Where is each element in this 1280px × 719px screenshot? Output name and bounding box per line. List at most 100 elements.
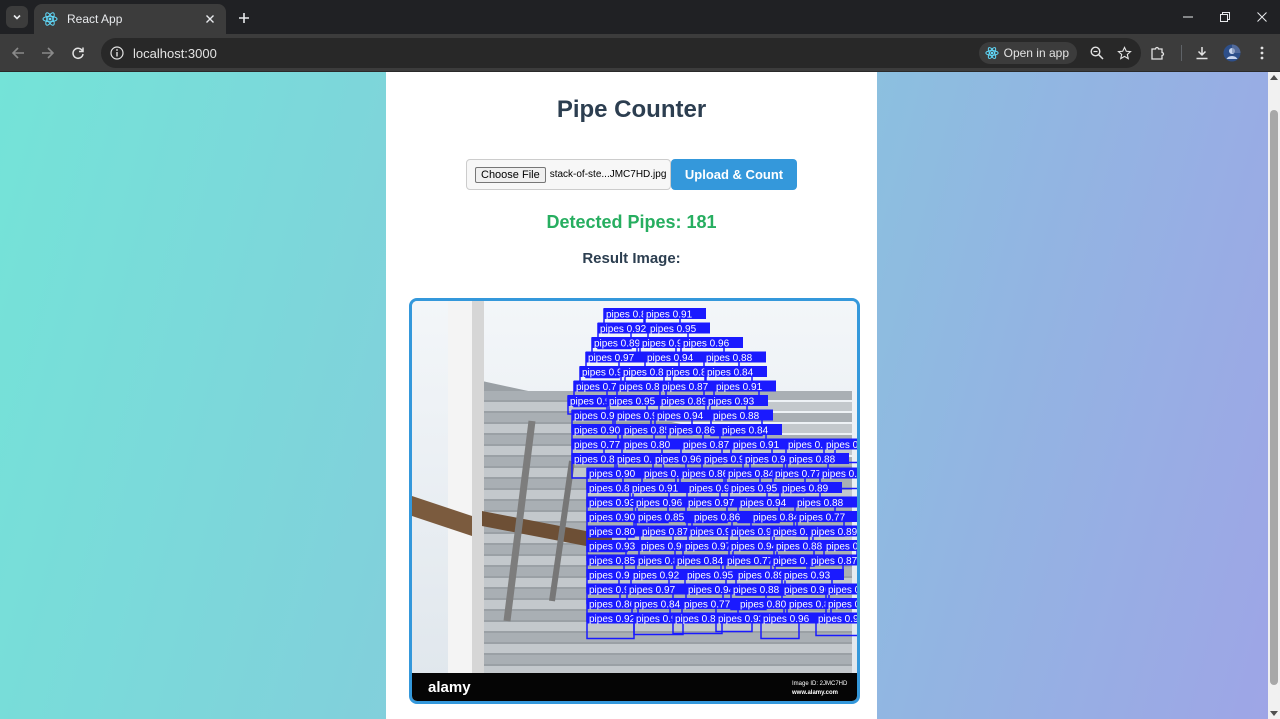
result-image-frame: pipes 0.87 pipes 0.91 pipes 0.92 pipes 0.95…: [409, 298, 860, 704]
svg-text:pipes 0.91: pipes 0.91: [733, 440, 780, 451]
svg-text:pipes 0.96: pipes 0.96: [683, 339, 730, 350]
svg-text:pipes 0.88: pipes 0.88: [789, 455, 836, 466]
svg-text:pipes 0.85: pipes 0.85: [624, 426, 671, 437]
close-tab-icon[interactable]: [202, 11, 218, 27]
restore-button[interactable]: [1206, 0, 1243, 34]
svg-text:pipes 0.92: pipes 0.92: [589, 614, 636, 625]
choose-file-button[interactable]: Choose File: [475, 166, 546, 183]
svg-text:pipes 0.85: pipes 0.85: [623, 368, 670, 379]
svg-text:pipes 0.84: pipes 0.84: [753, 513, 800, 524]
svg-text:pipes 0.84: pipes 0.84: [634, 600, 681, 611]
browser-toolbar: localhost:3000 Open in app: [0, 34, 1280, 72]
svg-text:pipes 0.88: pipes 0.88: [713, 411, 760, 422]
svg-text:pipes 0.89: pipes 0.89: [782, 484, 829, 495]
scroll-down-arrow-icon[interactable]: [1270, 711, 1278, 716]
svg-text:pipes 0.85: pipes 0.85: [589, 556, 636, 567]
svg-text:pipes 0.80: pipes 0.80: [822, 469, 857, 480]
svg-text:pipes 0.90: pipes 0.90: [784, 585, 831, 596]
arrow-right-icon: [42, 47, 55, 59]
svg-text:pipes 0.84: pipes 0.84: [677, 556, 724, 567]
svg-text:pipes 0.97: pipes 0.97: [818, 614, 857, 625]
extensions-button[interactable]: [1148, 43, 1168, 63]
downloads-button[interactable]: [1192, 43, 1212, 63]
open-in-app-button[interactable]: Open in app: [978, 42, 1077, 64]
tab-search-button[interactable]: [6, 6, 28, 28]
tab-strip: React App: [0, 0, 1280, 34]
svg-text:pipes 0.89: pipes 0.89: [661, 397, 708, 408]
upload-count-button[interactable]: Upload & Count: [671, 159, 797, 190]
svg-text:pipes 0.95: pipes 0.95: [731, 484, 778, 495]
restore-icon: [1219, 12, 1230, 22]
site-info-icon[interactable]: [109, 45, 125, 61]
puzzle-icon: [1151, 46, 1165, 60]
svg-text:pipes 0.77: pipes 0.77: [576, 382, 623, 393]
svg-text:pipes 0.77: pipes 0.77: [574, 440, 621, 451]
svg-text:pipes 0.93: pipes 0.93: [784, 571, 831, 582]
svg-text:pipes 0.84: pipes 0.84: [728, 469, 775, 480]
svg-text:pipes 0.88: pipes 0.88: [797, 498, 844, 509]
result-heading: Result Image:: [582, 250, 681, 267]
svg-text:pipes 0.96: pipes 0.96: [641, 542, 688, 553]
svg-text:pipes 0.97: pipes 0.97: [688, 498, 735, 509]
svg-text:pipes 0.89: pipes 0.89: [811, 527, 857, 538]
close-window-button[interactable]: [1243, 0, 1280, 34]
zoom-icon[interactable]: [1087, 43, 1107, 63]
bookmark-star-icon[interactable]: [1114, 43, 1134, 63]
svg-text:pipes 0.96: pipes 0.96: [636, 498, 683, 509]
svg-text:pipes 0.94: pipes 0.94: [740, 498, 787, 509]
svg-text:pipes 0.91: pipes 0.91: [589, 571, 636, 582]
reload-button[interactable]: [68, 43, 88, 63]
svg-text:pipes 0.90: pipes 0.90: [589, 513, 636, 524]
watermark-site: www.alamy.com: [791, 690, 838, 696]
forward-button[interactable]: [38, 43, 58, 63]
minimize-icon: [1182, 16, 1193, 18]
scroll-up-arrow-icon[interactable]: [1270, 75, 1278, 80]
svg-text:pipes 0.95: pipes 0.95: [826, 440, 857, 451]
back-button[interactable]: [8, 43, 28, 63]
open-in-app-label: Open in app: [1003, 46, 1069, 60]
svg-text:pipes 0.86: pipes 0.86: [669, 426, 716, 437]
svg-text:pipes 0.97: pipes 0.97: [588, 353, 635, 364]
result-image: pipes 0.87pipes 0.91pipes 0.92 pipes 0.95…: [412, 301, 857, 701]
reload-icon: [72, 47, 84, 60]
plus-icon: [239, 13, 249, 23]
scroll-thumb[interactable]: [1270, 110, 1278, 685]
watermark-logo: alamy: [428, 679, 471, 696]
svg-text:pipes 0.96: pipes 0.96: [655, 455, 702, 466]
svg-text:pipes 0.95: pipes 0.95: [687, 571, 734, 582]
svg-text:pipes 0.97: pipes 0.97: [629, 585, 676, 596]
svg-text:pipes 0.87: pipes 0.87: [662, 382, 709, 393]
svg-text:pipes 0.88: pipes 0.88: [776, 542, 823, 553]
file-input[interactable]: Choose File stack-of-ste...JMC7HD.jpg: [466, 159, 671, 190]
svg-text:pipes 0.94: pipes 0.94: [745, 455, 792, 466]
svg-text:pipes 0.89: pipes 0.89: [594, 339, 641, 350]
chevron-down-icon: [13, 14, 21, 20]
svg-text:pipes 0.94: pipes 0.94: [731, 542, 778, 553]
react-icon: [42, 11, 58, 27]
svg-text:pipes 0.87: pipes 0.87: [683, 440, 730, 451]
browser-menu-button[interactable]: [1252, 43, 1272, 63]
svg-text:pipes 0.94: pipes 0.94: [688, 585, 735, 596]
page-scrollbar[interactable]: [1268, 72, 1280, 719]
svg-text:pipes 0.80: pipes 0.80: [740, 600, 787, 611]
svg-text:pipes 0.96: pipes 0.96: [574, 411, 621, 422]
new-tab-button[interactable]: [234, 8, 254, 28]
svg-text:pipes 0.91: pipes 0.91: [646, 310, 693, 321]
browser-tab[interactable]: React App: [34, 4, 226, 34]
svg-text:pipes 0.90: pipes 0.90: [589, 469, 636, 480]
address-bar[interactable]: localhost:3000 Open in app: [101, 38, 1141, 68]
svg-text:pipes 0.88: pipes 0.88: [706, 353, 753, 364]
svg-text:pipes 0.85: pipes 0.85: [828, 585, 857, 596]
svg-text:pipes 0.95: pipes 0.95: [650, 324, 697, 335]
more-vert-icon: [1260, 46, 1264, 60]
svg-text:pipes 0.96: pipes 0.96: [763, 614, 810, 625]
url-text[interactable]: localhost:3000: [133, 46, 979, 61]
minimize-button[interactable]: [1169, 0, 1206, 34]
svg-text:pipes 0.85: pipes 0.85: [638, 513, 685, 524]
arrow-left-icon: [11, 47, 24, 59]
profile-avatar[interactable]: [1222, 43, 1242, 63]
selected-file-name: stack-of-ste...JMC7HD.jpg: [549, 169, 667, 180]
svg-text:pipes 0.90: pipes 0.90: [826, 542, 857, 553]
svg-text:pipes 0.77: pipes 0.77: [727, 556, 774, 567]
svg-text:pipes 0.87: pipes 0.87: [642, 527, 689, 538]
